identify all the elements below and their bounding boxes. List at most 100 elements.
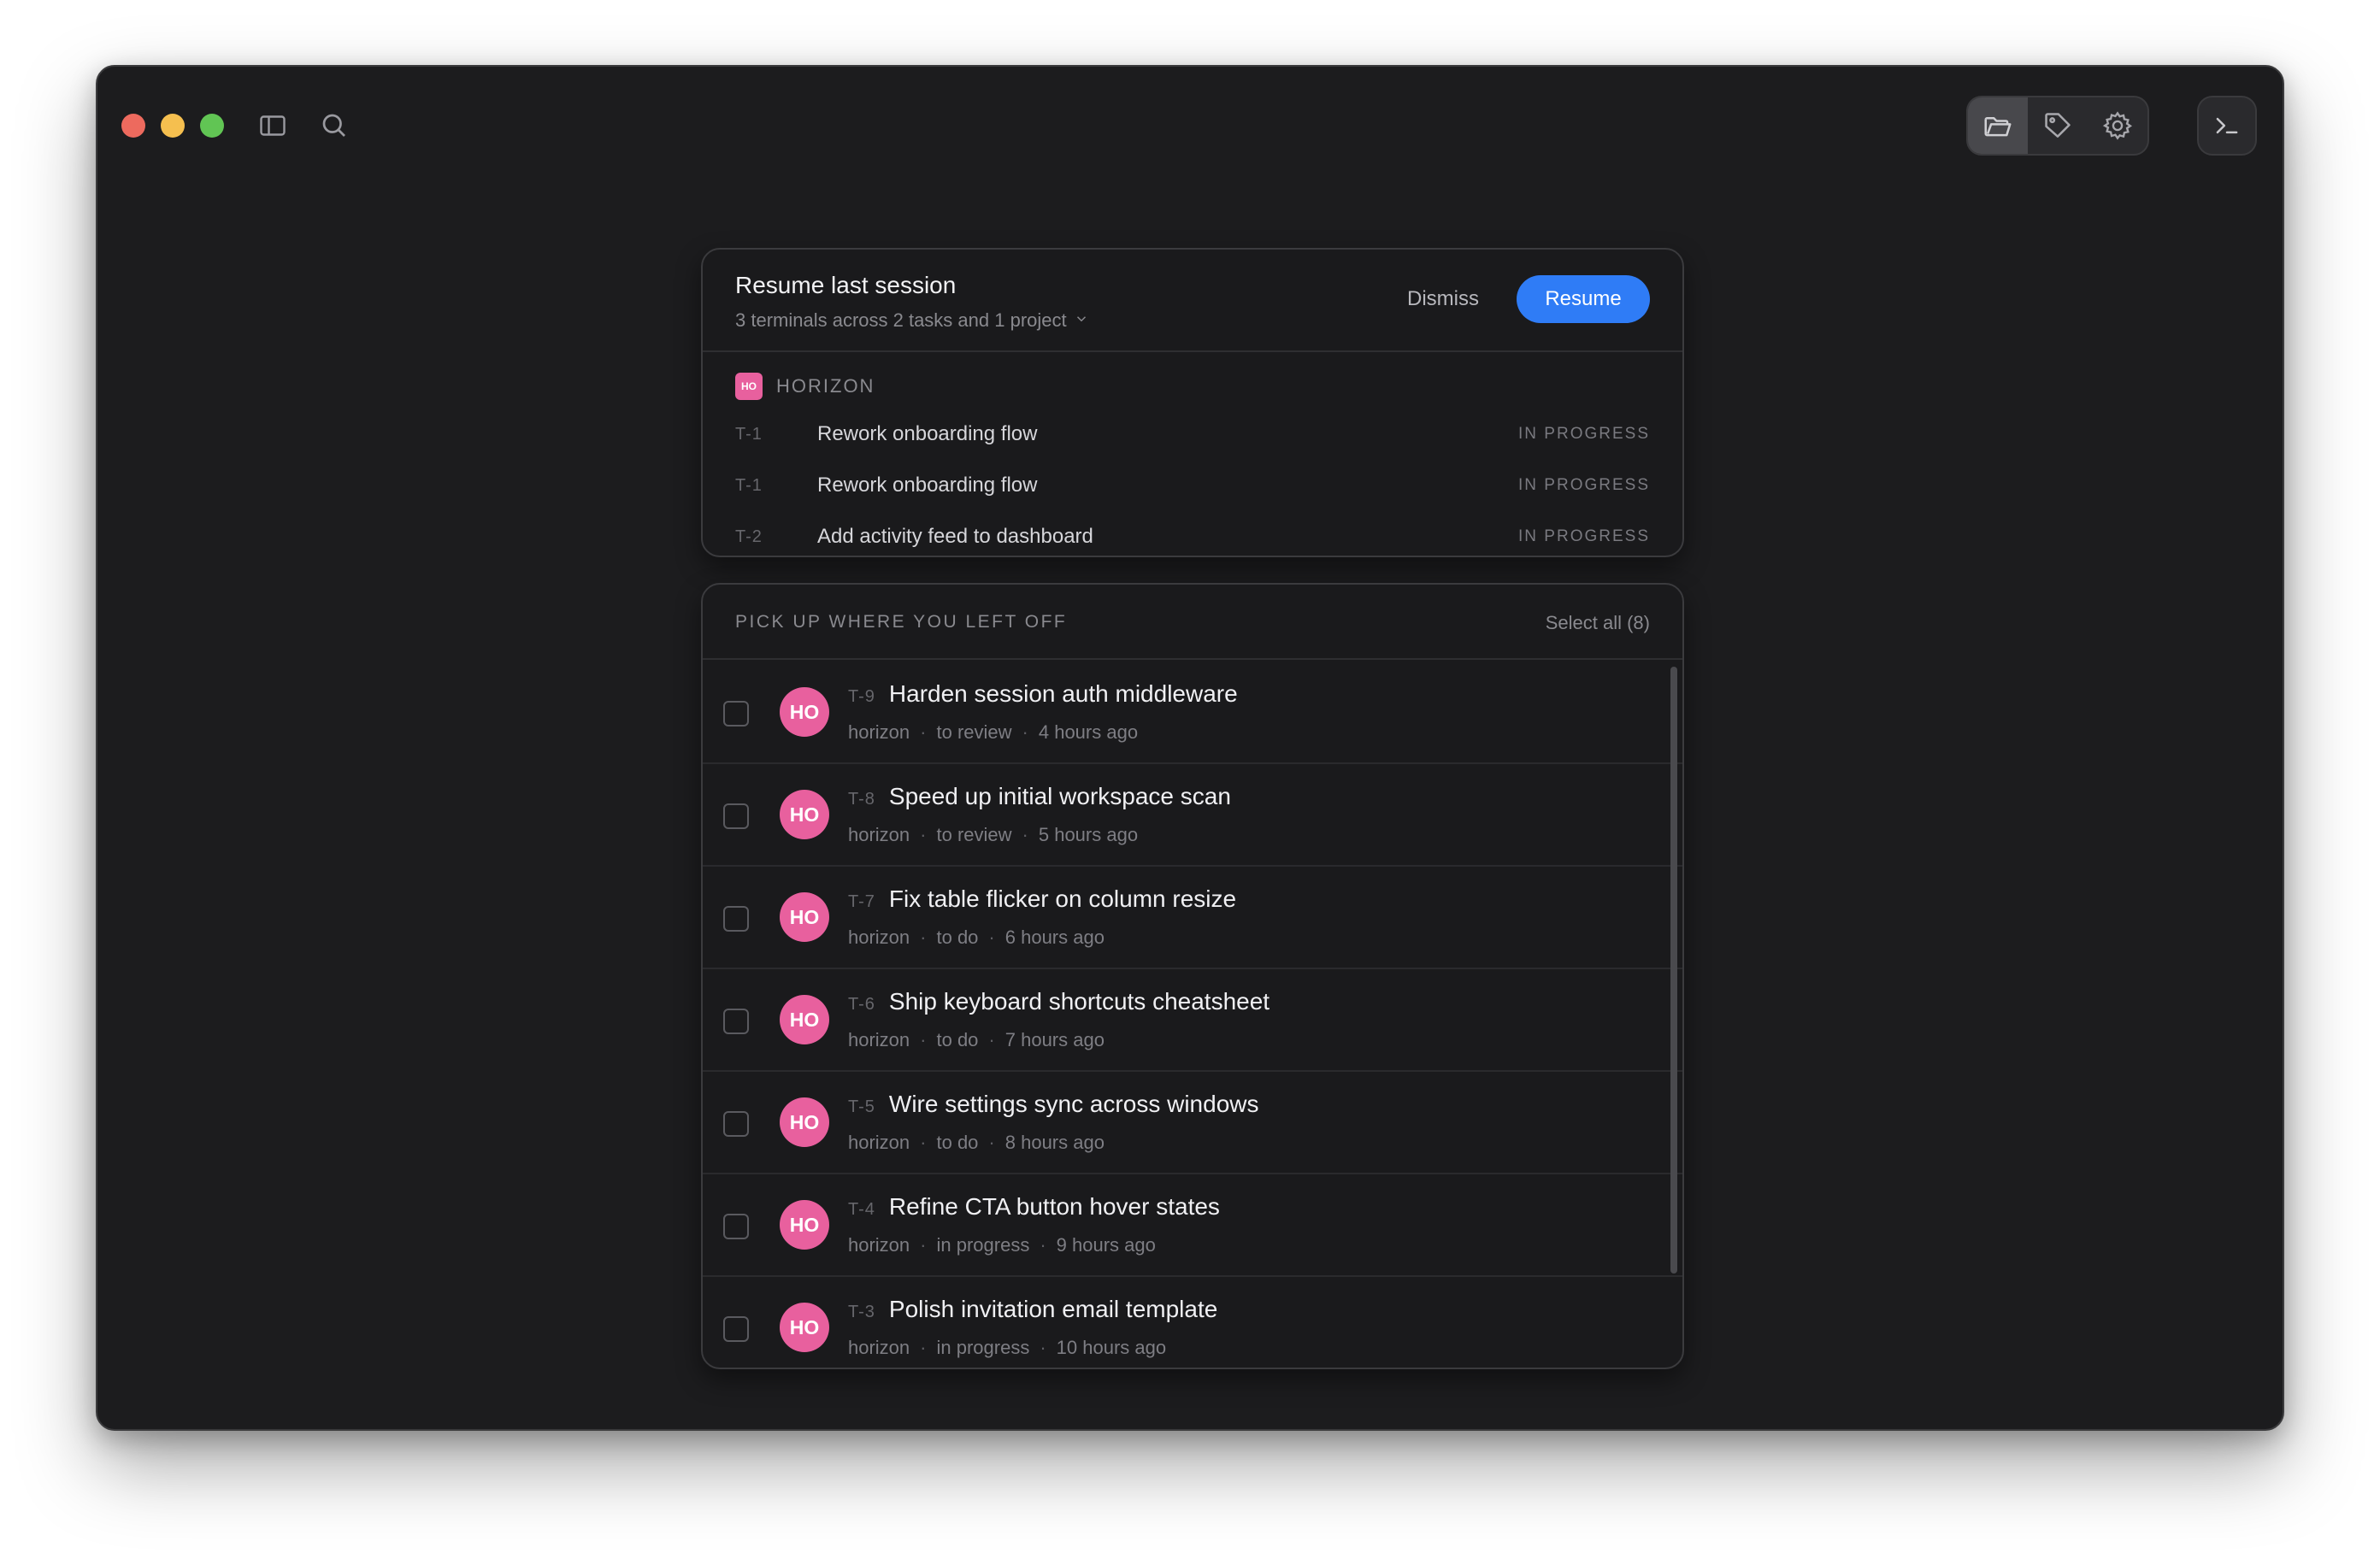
task-row[interactable]: HO T-6 Ship keyboard shortcuts cheatshee… xyxy=(703,969,1682,1072)
task-checkbox[interactable] xyxy=(723,1214,749,1239)
resume-subtitle[interactable]: 3 terminals across 2 tasks and 1 project xyxy=(735,309,1089,332)
task-status: in progress xyxy=(936,1337,1030,1358)
task-row[interactable]: HO T-5 Wire settings sync across windows… xyxy=(703,1072,1682,1174)
task-project: horizon xyxy=(848,927,910,948)
task-checkbox[interactable] xyxy=(723,1111,749,1137)
task-project: horizon xyxy=(848,1132,910,1153)
terminal-icon[interactable] xyxy=(2197,96,2257,156)
task-time: 7 hours ago xyxy=(1004,1029,1105,1050)
task-status: to review xyxy=(936,824,1012,845)
pickup-title: PICK UP WHERE YOU LEFT OFF xyxy=(735,612,1068,632)
avatar: HO xyxy=(780,1097,829,1147)
select-all-button[interactable]: Select all (8) xyxy=(1546,612,1650,634)
session-status: IN PROGRESS xyxy=(1518,527,1650,545)
task-title: Polish invitation email template xyxy=(888,1296,1218,1322)
session-id: T-1 xyxy=(735,475,763,495)
dismiss-button[interactable]: Dismiss xyxy=(1407,287,1479,311)
app-window: Resume last session 3 terminals across 2… xyxy=(96,65,2284,1431)
minimize-window-button[interactable] xyxy=(161,114,185,138)
task-project: horizon xyxy=(848,1337,910,1358)
task-meta: horizon · in progress · 9 hours ago xyxy=(848,1234,1156,1256)
task-title: Refine CTA button hover states xyxy=(888,1193,1220,1220)
task-checkbox[interactable] xyxy=(723,1009,749,1034)
task-list: HO T-9 Harden session auth middleware ho… xyxy=(703,662,1682,1368)
task-id: T-8 xyxy=(848,790,875,809)
session-title: Add activity feed to dashboard xyxy=(817,525,1093,548)
task-time: 5 hours ago xyxy=(1038,824,1139,845)
task-meta: horizon · to review · 5 hours ago xyxy=(848,824,1139,845)
task-row[interactable]: HO T-4 Refine CTA button hover states ho… xyxy=(703,1174,1682,1277)
task-heading: T-9 Harden session auth middleware xyxy=(848,680,1238,708)
scrollbar[interactable] xyxy=(1670,667,1677,1274)
session-row[interactable]: T-1 Rework onboarding flow IN PROGRESS xyxy=(735,468,1650,503)
task-status: to do xyxy=(936,927,979,948)
close-window-button[interactable] xyxy=(121,114,145,138)
task-time: 6 hours ago xyxy=(1004,927,1105,948)
zoom-window-button[interactable] xyxy=(200,114,224,138)
project-name: HORIZON xyxy=(776,375,875,397)
task-status: in progress xyxy=(936,1234,1030,1256)
avatar: HO xyxy=(780,790,829,839)
task-title: Speed up initial workspace scan xyxy=(888,783,1231,809)
task-project: horizon xyxy=(848,824,910,845)
task-time: 8 hours ago xyxy=(1004,1132,1105,1153)
task-meta: horizon · to review · 4 hours ago xyxy=(848,721,1139,743)
task-id: T-9 xyxy=(848,687,875,706)
view-switcher xyxy=(1966,96,2149,156)
task-status: to review xyxy=(936,721,1012,743)
task-checkbox[interactable] xyxy=(723,1316,749,1342)
window-controls xyxy=(121,114,224,138)
task-meta: horizon · to do · 6 hours ago xyxy=(848,927,1105,948)
task-checkbox[interactable] xyxy=(723,803,749,829)
gear-icon[interactable] xyxy=(2088,97,2147,154)
session-status: IN PROGRESS xyxy=(1518,476,1650,494)
folder-icon[interactable] xyxy=(1968,97,2028,154)
pickup-card: PICK UP WHERE YOU LEFT OFF Select all (8… xyxy=(701,583,1684,1369)
tag-icon[interactable] xyxy=(2028,97,2088,154)
project-badge: HO xyxy=(735,373,763,400)
task-checkbox[interactable] xyxy=(723,906,749,932)
task-status: to do xyxy=(936,1029,979,1050)
sidebar-toggle-icon[interactable] xyxy=(251,104,294,147)
task-heading: T-4 Refine CTA button hover states xyxy=(848,1193,1220,1221)
task-status: to do xyxy=(936,1132,979,1153)
task-heading: T-6 Ship keyboard shortcuts cheatsheet xyxy=(848,988,1270,1015)
resume-card-header: Resume last session 3 terminals across 2… xyxy=(703,250,1682,352)
task-row[interactable]: HO T-9 Harden session auth middleware ho… xyxy=(703,662,1682,764)
task-meta: horizon · to do · 7 hours ago xyxy=(848,1029,1105,1050)
task-id: T-7 xyxy=(848,892,875,911)
task-title: Wire settings sync across windows xyxy=(888,1091,1259,1117)
task-id: T-6 xyxy=(848,995,875,1014)
task-heading: T-8 Speed up initial workspace scan xyxy=(848,783,1231,810)
task-project: horizon xyxy=(848,1234,910,1256)
avatar: HO xyxy=(780,892,829,942)
task-id: T-4 xyxy=(848,1200,875,1219)
session-id: T-2 xyxy=(735,527,763,546)
session-id: T-1 xyxy=(735,424,763,444)
avatar: HO xyxy=(780,995,829,1044)
avatar: HO xyxy=(780,1200,829,1250)
resume-session-card: Resume last session 3 terminals across 2… xyxy=(701,248,1684,557)
resume-button[interactable]: Resume xyxy=(1517,275,1650,323)
task-title: Harden session auth middleware xyxy=(888,680,1238,707)
task-checkbox[interactable] xyxy=(723,701,749,727)
task-row[interactable]: HO T-7 Fix table flicker on column resiz… xyxy=(703,867,1682,969)
task-heading: T-5 Wire settings sync across windows xyxy=(848,1091,1258,1118)
chevron-down-icon xyxy=(1074,309,1089,332)
task-project: horizon xyxy=(848,721,910,743)
resume-title: Resume last session xyxy=(735,272,957,298)
task-id: T-3 xyxy=(848,1303,875,1321)
session-status: IN PROGRESS xyxy=(1518,425,1650,443)
task-heading: T-7 Fix table flicker on column resize xyxy=(848,885,1236,913)
project-header: HO HORIZON xyxy=(735,373,875,400)
task-meta: horizon · in progress · 10 hours ago xyxy=(848,1337,1167,1358)
task-title: Fix table flicker on column resize xyxy=(888,885,1237,912)
session-row[interactable]: T-1 Rework onboarding flow IN PROGRESS xyxy=(735,417,1650,451)
task-row[interactable]: HO T-8 Speed up initial workspace scan h… xyxy=(703,764,1682,867)
search-icon[interactable] xyxy=(313,104,356,147)
resume-subtitle-text: 3 terminals across 2 tasks and 1 project xyxy=(735,309,1067,331)
task-row[interactable]: HO T-3 Polish invitation email template … xyxy=(703,1277,1682,1368)
session-row[interactable]: T-2 Add activity feed to dashboard IN PR… xyxy=(735,520,1650,554)
session-title: Rework onboarding flow xyxy=(817,422,1038,445)
task-meta: horizon · to do · 8 hours ago xyxy=(848,1132,1105,1153)
